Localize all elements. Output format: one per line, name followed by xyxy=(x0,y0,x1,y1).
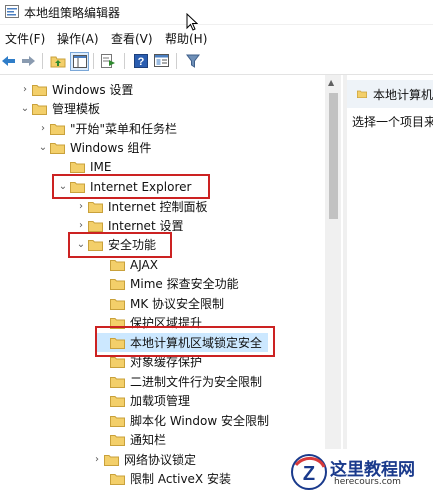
properties-button[interactable] xyxy=(153,52,170,69)
menu-view[interactable]: 查看(V) xyxy=(111,30,153,47)
folder-open-icon xyxy=(32,103,47,115)
export-list-button[interactable] xyxy=(100,52,117,69)
tree-node-notification-bar[interactable]: 通知栏 xyxy=(96,430,166,449)
tree-node-label: Windows 组件 xyxy=(70,141,152,155)
details-description: 选择一个项目来 xyxy=(352,115,433,129)
folder-icon xyxy=(110,298,125,310)
window-title: 本地组策略编辑器 xyxy=(24,6,121,20)
filter-button[interactable] xyxy=(184,52,201,69)
tree-node-windows-settings[interactable]: › Windows 设置 xyxy=(18,80,133,99)
tree-node-internet-control-panel[interactable]: › Internet 控制面板 xyxy=(74,197,207,216)
folder-icon xyxy=(88,220,103,232)
tree-node-label: IME xyxy=(90,159,112,174)
folder-icon xyxy=(110,395,125,407)
help-button[interactable]: ? xyxy=(132,52,149,69)
folder-icon xyxy=(50,123,65,135)
scroll-up-arrow-icon[interactable]: ▲ xyxy=(328,78,334,87)
toolbar-separator xyxy=(42,53,43,69)
svg-text:Z: Z xyxy=(303,463,315,485)
folder-icon xyxy=(110,259,125,271)
toolbar-separator xyxy=(93,53,94,69)
tree-node-binary-behavior[interactable]: 二进制文件行为安全限制 xyxy=(96,372,262,391)
menu-help[interactable]: 帮助(H) xyxy=(165,30,207,47)
menu-action[interactable]: 操作(A) xyxy=(57,30,99,47)
tree-node-network-protocol-lockdown[interactable]: › 网络协议锁定 xyxy=(90,450,196,469)
policy-editor-icon xyxy=(5,5,19,18)
annotation-box-local-machine-zone-lockdown xyxy=(95,326,275,357)
properties-icon xyxy=(154,54,169,67)
details-title: 本地计算机 xyxy=(372,87,433,102)
tree-node-label: 二进制文件行为安全限制 xyxy=(130,375,263,389)
expand-chevron-icon[interactable]: › xyxy=(74,197,88,216)
tree-node-label: 加载项管理 xyxy=(130,394,191,408)
expand-chevron-icon[interactable]: › xyxy=(90,450,104,469)
watermark-logo: Z 这里教程网 herecours.com xyxy=(286,449,433,495)
show-hide-tree-icon xyxy=(72,55,87,68)
tree-node-addon-management[interactable]: 加载项管理 xyxy=(96,391,190,410)
tree-node-label: "开始"菜单和任务栏 xyxy=(70,122,178,136)
watermark-site: herecours.com xyxy=(334,477,401,487)
tree-node-scripted-window[interactable]: 脚本化 Window 安全限制 xyxy=(96,411,269,430)
tree-node-label: 限制 ActiveX 安装 xyxy=(130,472,231,486)
toolbar-separator xyxy=(124,53,125,69)
tree-node-label: Mime 探查安全功能 xyxy=(130,277,239,291)
tree-node-label: 通知栏 xyxy=(130,433,167,447)
folder-icon xyxy=(110,356,125,368)
tree-node-label: MK 协议安全限制 xyxy=(130,297,225,311)
tree-node-label: 网络协议锁定 xyxy=(124,453,197,467)
folder-icon xyxy=(70,161,85,173)
toolbar-separator xyxy=(176,53,177,69)
tree-scrollbar[interactable]: ▲ xyxy=(325,75,341,495)
menu-file[interactable]: 文件(F) xyxy=(5,30,45,47)
folder-icon xyxy=(110,434,125,446)
tree-node-label: Windows 设置 xyxy=(52,83,134,97)
toolbar: ? xyxy=(0,48,433,75)
tree-pane[interactable]: › Windows 设置 ⌄ 管理模板 › "开始"菜单和任务栏 ⌄ Windows 组… xyxy=(0,75,343,495)
folder-icon xyxy=(110,278,125,290)
tree-node-windows-components[interactable]: ⌄ Windows 组件 xyxy=(36,138,152,157)
folder-icon xyxy=(110,415,125,427)
annotation-box-internet-explorer xyxy=(52,174,210,199)
annotation-box-security-features xyxy=(68,232,172,258)
export-list-icon xyxy=(101,53,115,68)
folder-icon xyxy=(88,201,103,213)
forward-arrow-icon xyxy=(22,55,35,66)
title-bar: 本地组策略编辑器 xyxy=(0,0,433,25)
forward-button[interactable] xyxy=(20,52,37,69)
scrollbar-thumb[interactable] xyxy=(329,93,338,219)
tree-node-start-menu-taskbar[interactable]: › "开始"菜单和任务栏 xyxy=(36,119,177,138)
watermark-mark-icon: Z xyxy=(291,454,327,490)
menu-bar: 文件(F) 操作(A) 查看(V) 帮助(H) xyxy=(0,27,433,47)
svg-text:?: ? xyxy=(137,56,144,68)
tree-node-restrict-activex[interactable]: 限制 ActiveX 安装 xyxy=(96,469,231,488)
collapse-chevron-icon[interactable]: ⌄ xyxy=(36,138,50,157)
tree-node-admin-templates[interactable]: ⌄ 管理模板 xyxy=(18,99,100,118)
up-level-button[interactable] xyxy=(49,52,66,69)
expand-chevron-icon[interactable]: › xyxy=(18,80,32,99)
up-folder-icon xyxy=(50,56,65,67)
details-header: 本地计算机 xyxy=(347,80,433,108)
filter-icon xyxy=(185,54,200,68)
tree-node-mime-sniffing[interactable]: Mime 探查安全功能 xyxy=(96,274,239,293)
folder-icon xyxy=(357,90,367,98)
folder-icon xyxy=(110,376,125,388)
expand-chevron-icon[interactable]: › xyxy=(36,119,50,138)
details-pane: 本地计算机 选择一个项目来 xyxy=(347,75,433,495)
tree-node-label: AJAX xyxy=(130,257,158,272)
folder-icon xyxy=(110,473,125,485)
tree-node-mk-protocol[interactable]: MK 协议安全限制 xyxy=(96,294,224,313)
tree-node-label: 脚本化 Window 安全限制 xyxy=(130,414,269,428)
back-arrow-icon xyxy=(2,55,15,66)
collapse-chevron-icon[interactable]: ⌄ xyxy=(18,99,32,118)
folder-open-icon xyxy=(50,142,65,154)
back-button[interactable] xyxy=(0,52,17,69)
folder-icon xyxy=(32,84,47,96)
help-icon: ? xyxy=(133,53,148,68)
tree-node-label: 管理模板 xyxy=(52,102,101,116)
folder-icon xyxy=(104,454,119,466)
tree-node-label: Internet 控制面板 xyxy=(108,200,208,214)
show-hide-tree-button[interactable] xyxy=(70,52,89,71)
